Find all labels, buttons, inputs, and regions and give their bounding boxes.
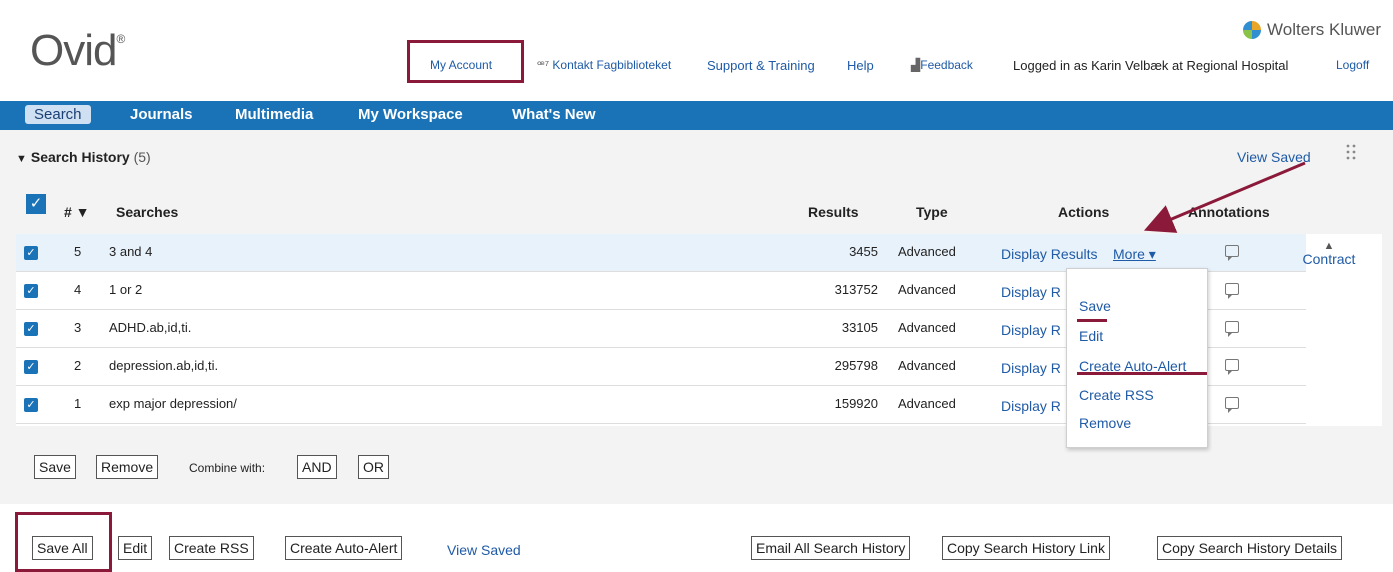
collapse-triangle-icon[interactable]: ▼ — [16, 153, 27, 165]
header: Ovid® Wolters Kluwer My Account ꟹ⁷ Konta… — [0, 0, 1393, 97]
row-checkbox[interactable]: ✓ — [24, 246, 38, 260]
or-button[interactable]: OR — [358, 455, 389, 479]
tab-journals[interactable]: Journals — [130, 106, 193, 123]
row-type: Advanced — [898, 320, 956, 335]
save-underline-annotation — [1077, 319, 1107, 322]
create-rss-button[interactable]: Create RSS — [169, 536, 254, 560]
view-saved-link-bottom[interactable]: View Saved — [447, 542, 521, 558]
row-checkbox[interactable]: ✓ — [24, 284, 38, 298]
create-auto-alert-button[interactable]: Create Auto-Alert — [285, 536, 403, 560]
row-search: 1 or 2 — [109, 282, 143, 297]
save-all-button[interactable]: Save All — [32, 536, 93, 560]
search-history-title[interactable]: ▼ Search History (5) — [16, 149, 151, 165]
row-type: Advanced — [898, 244, 956, 259]
copy-history-link-button[interactable]: Copy Search History Link — [942, 536, 1110, 560]
row-search: exp major depression/ — [109, 396, 237, 411]
annotation-icon[interactable] — [1225, 397, 1239, 413]
contract-arrow-icon: ▲ — [1323, 240, 1335, 252]
row-number: 2 — [74, 358, 82, 373]
save-button[interactable]: Save — [34, 455, 76, 479]
view-saved-link-top[interactable]: View Saved — [1237, 149, 1311, 165]
brand-logo: Wolters Kluwer — [1243, 20, 1381, 40]
more-dropdown-link[interactable]: More ▾ — [1113, 246, 1156, 263]
row-results: 159920 — [834, 396, 878, 411]
logoff-link[interactable]: Logoff — [1336, 58, 1369, 72]
tab-my-workspace[interactable]: My Workspace — [358, 106, 463, 123]
menu-item-remove[interactable]: Remove — [1079, 415, 1131, 431]
row-search: depression.ab,id,ti. — [109, 358, 219, 373]
thumbs-up-icon: ▟ — [911, 58, 921, 72]
main-nav: Search Journals Multimedia My Workspace … — [0, 101, 1393, 130]
col-searches: Searches — [116, 204, 179, 220]
row-type: Advanced — [898, 396, 956, 411]
row-number: 4 — [74, 282, 82, 297]
annotation-icon[interactable] — [1225, 283, 1239, 299]
wolters-kluwer-icon — [1243, 21, 1261, 39]
annotation-icon[interactable] — [1225, 321, 1239, 337]
auto-alert-underline-annotation — [1077, 372, 1207, 375]
help-link[interactable]: Help — [847, 58, 874, 73]
row-number: 1 — [74, 396, 82, 411]
col-number[interactable]: # ▼ — [64, 204, 90, 220]
feedback-label: Feedback — [920, 58, 973, 72]
col-type: Type — [916, 204, 948, 220]
display-results-link[interactable]: Display R — [1001, 322, 1061, 338]
drag-grip-icon[interactable] — [1346, 144, 1356, 160]
row-type: Advanced — [898, 282, 956, 297]
brand-text: Wolters Kluwer — [1267, 20, 1381, 39]
row-results: 313752 — [834, 282, 878, 297]
more-dropdown-menu: Save Edit Create Auto-Alert Create RSS R… — [1066, 268, 1208, 448]
support-link[interactable]: Support & Training — [707, 58, 815, 73]
top-nav: My Account ꟹ⁷ Kontakt Fagbiblioteket Sup… — [0, 58, 1393, 78]
col-actions: Actions — [1058, 204, 1110, 220]
kontakt-link[interactable]: ꟹ⁷ Kontakt Fagbiblioteket — [537, 58, 671, 72]
tab-search[interactable]: Search — [25, 105, 91, 124]
row-number: 5 — [74, 244, 82, 259]
menu-item-edit[interactable]: Edit — [1079, 328, 1103, 344]
contact-icon: ꟹ⁷ — [537, 58, 550, 72]
menu-item-create-rss[interactable]: Create RSS — [1079, 387, 1154, 403]
col-annotations: Annotations — [1188, 204, 1270, 220]
row-search: ADHD.ab,id,ti. — [109, 320, 192, 335]
logged-in-text: Logged in as Karin Velbæk at Regional Ho… — [1013, 58, 1289, 73]
row-results: 3455 — [849, 244, 878, 259]
row-checkbox[interactable]: ✓ — [24, 360, 38, 374]
tab-whats-new[interactable]: What's New — [512, 106, 596, 123]
display-results-link[interactable]: Display R — [1001, 284, 1061, 300]
and-button[interactable]: AND — [297, 455, 337, 479]
row-number: 3 — [74, 320, 82, 335]
display-results-link[interactable]: Display R — [1001, 360, 1061, 376]
annotation-icon[interactable] — [1225, 359, 1239, 375]
annotation-icon[interactable] — [1225, 245, 1239, 261]
contract-label: Contract — [1302, 251, 1356, 267]
row-checkbox[interactable]: ✓ — [24, 398, 38, 412]
tab-multimedia[interactable]: Multimedia — [235, 106, 313, 123]
my-account-highlight — [407, 40, 524, 83]
search-history-count: (5) — [133, 149, 151, 165]
logo-mark: ® — [116, 32, 125, 46]
row-search: 3 and 4 — [109, 244, 153, 259]
display-results-link[interactable]: Display Results — [1001, 246, 1097, 262]
row-results: 33105 — [841, 320, 878, 335]
copy-history-details-button[interactable]: Copy Search History Details — [1157, 536, 1343, 560]
row-type: Advanced — [898, 358, 956, 373]
row-checkbox[interactable]: ✓ — [24, 322, 38, 336]
edit-button[interactable]: Edit — [118, 536, 153, 560]
bottom-toolbar: Save All Edit Create RSS Create Auto-Ale… — [0, 504, 1393, 572]
kontakt-label: Kontakt Fagbiblioteket — [552, 58, 672, 72]
search-history-label: Search History — [30, 149, 130, 165]
display-results-link[interactable]: Display R — [1001, 398, 1061, 414]
contract-link[interactable]: ▲ Contract — [1294, 240, 1364, 268]
combine-label: Combine with: — [189, 461, 266, 475]
table-header: ✓ # ▼ Searches Results Type Actions Anno… — [16, 190, 1382, 234]
email-all-history-button[interactable]: Email All Search History — [751, 536, 911, 560]
row-results: 295798 — [834, 358, 878, 373]
table-row: ✓ 5 3 and 4 3455 Advanced Display Result… — [16, 234, 1306, 272]
feedback-link[interactable]: ▟Feedback — [911, 58, 973, 72]
menu-item-save[interactable]: Save — [1079, 298, 1111, 314]
select-all-checkbox[interactable]: ✓ — [26, 194, 46, 214]
col-results: Results — [808, 204, 859, 220]
remove-button[interactable]: Remove — [96, 455, 159, 479]
